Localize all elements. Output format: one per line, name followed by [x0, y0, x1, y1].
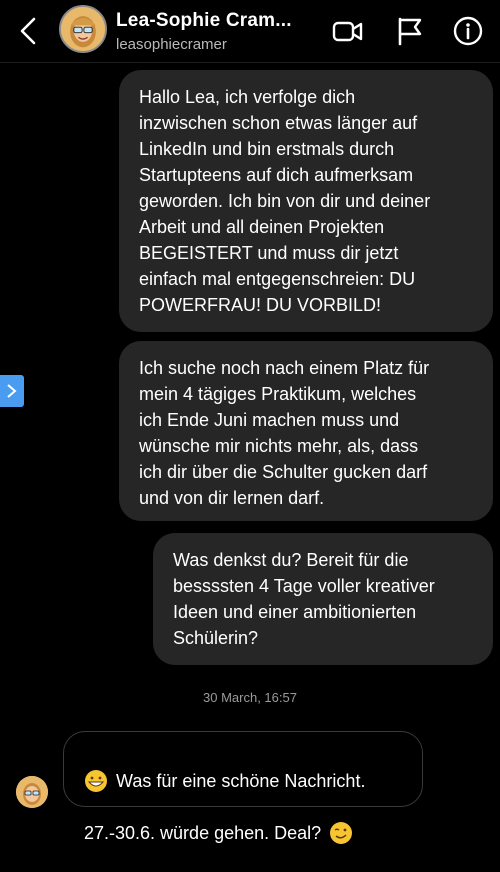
info-icon[interactable]: [452, 15, 484, 47]
message-bubble: Hallo Lea, ich verfolge dich inzwischen …: [119, 70, 493, 332]
message-bubble: Ich suche noch nach einem Platz für mein…: [119, 341, 493, 521]
message-timestamp: 30 March, 16:57: [203, 690, 297, 705]
contact-name[interactable]: Lea-Sophie Cram...: [116, 10, 292, 32]
reply-line-1: Was für eine schöne Nachricht.: [84, 768, 408, 794]
reply-bubble: Was für eine schöne Nachricht. 27.-30.6.…: [63, 731, 423, 844]
flag-icon[interactable]: [394, 15, 426, 47]
side-panel-toggle[interactable]: [0, 375, 24, 407]
chat-header: Lea-Sophie Cram... leasophiecramer: [0, 0, 500, 63]
video-icon[interactable]: [332, 15, 364, 47]
reply-line-2: 27.-30.6. würde gehen. Deal?: [84, 820, 408, 846]
reply-text-1: Was für eine schöne Nachricht.: [116, 771, 366, 791]
sender-avatar[interactable]: [16, 776, 48, 808]
grinning-face-emoji-icon: [85, 770, 107, 792]
contact-username[interactable]: leasophiecramer: [116, 36, 227, 53]
chevron-left-icon[interactable]: [16, 16, 40, 46]
chevron-right-icon: [7, 384, 17, 398]
winking-face-emoji-icon: [330, 822, 353, 844]
message-bubble: Was denkst du? Bereit für die bessssten …: [153, 533, 493, 665]
avatar[interactable]: [59, 5, 107, 53]
reply-text-2: 27.-30.6. würde gehen. Deal?: [84, 823, 322, 843]
